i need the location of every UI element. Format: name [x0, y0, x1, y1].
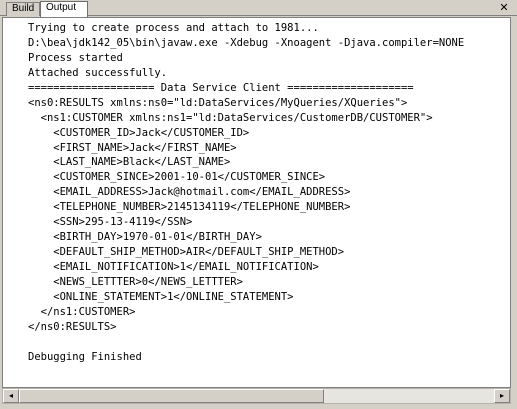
- scroll-left-arrow-icon[interactable]: ◂: [3, 389, 19, 403]
- output-line: Process started: [28, 51, 123, 64]
- tab-build[interactable]: Build: [6, 2, 40, 16]
- horizontal-scrollbar[interactable]: ◂ ▸: [2, 388, 511, 404]
- output-lines: Trying to create process and attach to 1…: [28, 21, 464, 365]
- output-line: <CUSTOMER_ID>Jack</CUSTOMER_ID>: [28, 126, 250, 139]
- tab-output[interactable]: Output: [40, 1, 88, 17]
- output-line: </ns0:RESULTS>: [28, 320, 117, 333]
- output-line: ==================== Data Service Client…: [28, 81, 414, 94]
- output-line: <ns0:RESULTS xmlns:ns0="ld:DataServices/…: [28, 96, 408, 109]
- output-line: <BIRTH_DAY>1970-01-01</BIRTH_DAY>: [28, 231, 262, 244]
- output-line: <DEFAULT_SHIP_METHOD>AIR</DEFAULT_SHIP_M…: [28, 246, 345, 259]
- output-line: <ONLINE_STATEMENT>1</ONLINE_STATEMENT>: [28, 290, 294, 303]
- output-line: Trying to create process and attach to 1…: [28, 22, 319, 34]
- output-line: <NEWS_LETTTER>0</NEWS_LETTTER>: [28, 275, 243, 288]
- output-line: D:\bea\jdk142_05\bin\javaw.exe -Xdebug -…: [28, 36, 465, 49]
- output-line: <FIRST_NAME>Jack</FIRST_NAME>: [28, 141, 237, 154]
- scroll-right-arrow-icon[interactable]: ▸: [494, 389, 510, 403]
- output-line: <TELEPHONE_NUMBER>2145134119</TELEPHONE_…: [28, 201, 351, 214]
- bottom-border: [0, 404, 517, 409]
- output-line: <EMAIL_NOTIFICATION>1</EMAIL_NOTIFICATIO…: [28, 261, 319, 273]
- output-line: <EMAIL_ADDRESS>Jack@hotmail.com</EMAIL_A…: [28, 186, 351, 199]
- output-line: <ns1:CUSTOMER xmlns:ns1="ld:DataServices…: [28, 111, 433, 124]
- output-line: <LAST_NAME>Black</LAST_NAME>: [28, 156, 231, 169]
- output-line: </ns1:CUSTOMER>: [28, 305, 136, 318]
- output-line: <SSN>295-13-4119</SSN>: [28, 216, 193, 229]
- scrollbar-thumb[interactable]: [19, 389, 324, 403]
- output-line: <CUSTOMER_SINCE>2001-10-01</CUSTOMER_SIN…: [28, 171, 326, 184]
- output-panel: Build Output ✕ Trying to create process …: [0, 0, 517, 409]
- tab-bar: Build Output ✕: [0, 0, 517, 17]
- output-line: Debugging Finished: [28, 350, 142, 363]
- close-icon[interactable]: ✕: [497, 1, 511, 15]
- output-text-area[interactable]: Trying to create process and attach to 1…: [2, 17, 511, 388]
- output-line: Attached successfully.: [28, 66, 168, 79]
